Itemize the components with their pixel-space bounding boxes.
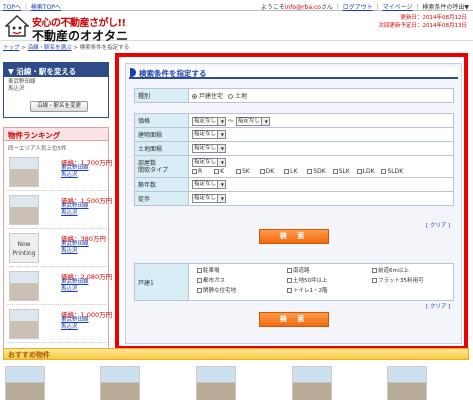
walk-label: 徒歩 — [134, 191, 189, 206]
layout-checkbox[interactable] — [381, 168, 387, 174]
welcome-suffix: さん — [320, 4, 333, 11]
feature-option[interactable]: 前道6m以上 — [372, 266, 409, 274]
property-thumbnail[interactable] — [9, 271, 39, 301]
feature-option[interactable]: 閑静な住宅地 — [197, 286, 236, 294]
property-thumbnail[interactable] — [9, 157, 39, 187]
ranking-item[interactable]: 価格：1,700万円 東武野田線 馬込沢 — [7, 155, 112, 191]
price-label: 価格 — [134, 113, 189, 128]
line-station-box: ▼ 沿線・駅を変える 東武野田線 馬込沢 沿線・駅名を変更 — [3, 62, 109, 118]
type-table: 種別 戸建住宅 土地 — [134, 88, 454, 103]
update-dates: 更新日：2014年08月12日 次回更新予定日：2014年08月13日 — [379, 14, 468, 30]
layout-checkbox[interactable] — [235, 168, 241, 174]
ranking-title: 物件ランキング — [4, 128, 108, 141]
next-update-date: 次回更新予定日：2014年08月13日 — [378, 23, 468, 29]
current-line: 東武野田線 — [8, 79, 36, 85]
recommended-photo[interactable] — [100, 366, 140, 400]
feature-label: 戸建1 — [134, 263, 189, 301]
feature-option[interactable]: 南道路 — [287, 266, 310, 274]
updated-date: 更新日：2014年08月12日 — [400, 15, 468, 21]
search-top-link[interactable]: 検索TOPへ — [31, 4, 61, 11]
walk-select[interactable]: 指定なし ▼ — [192, 194, 226, 203]
layout-type-checkboxes: R K SK DK LK SDK SLK LDK SLDK — [192, 167, 450, 176]
room-count-select[interactable]: 指定なし ▼ — [192, 157, 226, 167]
clear-link[interactable]: [ クリア ] — [426, 302, 450, 310]
feature-option[interactable]: 駐車場 — [197, 266, 220, 274]
recommended-photo[interactable] — [5, 366, 45, 400]
user-email: info@rba.co — [284, 4, 321, 11]
price-min-select[interactable]: 指定なし ▼ — [192, 116, 226, 126]
line-box-title: ▼ 沿線・駅を変える — [4, 63, 108, 77]
type-radio-house[interactable] — [192, 94, 197, 99]
property-thumbnail[interactable] — [9, 195, 39, 225]
top-links: TOPへ ｜ 検索TOPへ — [3, 4, 61, 11]
site-brand[interactable]: 不動産のオオタニ — [32, 27, 128, 44]
change-line-button[interactable]: 沿線・駅名を変更 — [30, 101, 88, 112]
layout-checkbox[interactable] — [214, 168, 220, 174]
ranking-location[interactable]: 東武野田線 馬込沢 — [61, 165, 89, 179]
property-thumbnail[interactable] — [9, 309, 39, 339]
house-logo-icon[interactable] — [5, 14, 29, 38]
feature-option[interactable]: フラット35利用可 — [372, 276, 424, 284]
layout-checkbox[interactable] — [356, 168, 362, 174]
ranking-location[interactable]: 東武野田線 馬込沢 — [61, 279, 89, 293]
feature-option[interactable]: 土地50坪以上 — [287, 276, 328, 284]
ranking-item[interactable]: 価格：2,080万円 東武野田線 馬込沢 — [7, 269, 112, 305]
type-radio-land[interactable] — [227, 94, 233, 99]
price-max-select[interactable]: 指定なし ▼ — [235, 116, 270, 126]
layout-checkbox[interactable] — [284, 168, 290, 174]
ranking-subtitle: 同一エリア人気上位5件 — [8, 146, 67, 152]
building-area-select[interactable]: 指定なし ▼ — [192, 130, 226, 139]
feature-option[interactable]: トイレ1・2階 — [287, 286, 328, 294]
property-ranking: 物件ランキング 同一エリア人気上位5件 価格：1,700万円 東武野田線 馬込沢 … — [3, 127, 112, 352]
recommended-title: おすすめ物件 — [3, 348, 469, 360]
ranking-location[interactable]: 東武野田線 馬込沢 — [61, 203, 89, 217]
ranking-item[interactable]: 価格：1,000万円 東武野田線 馬込沢 — [7, 307, 112, 343]
breadcrumb-top[interactable]: トップ — [3, 45, 20, 51]
ranking-location[interactable]: 東武野田線 馬込沢 — [61, 317, 89, 331]
mypage-link[interactable]: マイページ — [383, 4, 413, 11]
recommended-photo[interactable] — [387, 366, 427, 400]
welcome-prefix: ようこそ — [260, 4, 285, 11]
top-bar: TOPへ ｜ 検索TOPへ ようこそinfo@rba.coさん ｜ ログアウト … — [0, 0, 473, 11]
feature-option[interactable]: 都市ガス — [197, 276, 225, 284]
layout-checkbox[interactable] — [332, 168, 338, 174]
now-printing-thumbnail[interactable]: Now Printing — [9, 233, 39, 263]
site-header: 安心の不動産さがし!! 不動産のオオタニ 更新日：2014年08月12日 次回更… — [0, 11, 473, 44]
breadcrumb-current: 検索条件を指定する — [79, 45, 130, 51]
breadcrumb-line-select[interactable]: 沿線・駅名を選ぶ — [28, 45, 72, 51]
ranking-item[interactable]: 価格：1,500万円 東武野田線 馬込沢 — [7, 193, 112, 229]
ranking-location[interactable]: 東武野田線 馬込沢 — [61, 241, 89, 255]
land-area-select[interactable]: 指定なし ▼ — [192, 144, 226, 153]
clear-link[interactable]: [ クリア ] — [426, 221, 450, 229]
layout-checkbox[interactable] — [192, 168, 197, 174]
logout-link[interactable]: ログアウト — [343, 4, 373, 11]
search-button[interactable]: 検 索 — [259, 229, 329, 244]
age-select[interactable]: 指定なし ▼ — [192, 180, 226, 189]
recommended-section: おすすめ物件 — [3, 348, 469, 400]
search-history-link[interactable]: 検索条件の呼出▼ — [422, 4, 469, 11]
layout-checkbox[interactable] — [307, 168, 313, 174]
conditions-table: 価格 指定なし ▼ ～ 指定なし ▼ 建物面積 指定なし ▼ 土地面積 指定なし ▼ 部… — [134, 113, 454, 206]
search-conditions-area: 検索条件を指定する 種別 戸建住宅 土地 価格 指定なし▼ ～ 指定なし▼ — [115, 53, 468, 350]
top-link[interactable]: TOPへ — [3, 4, 21, 11]
layout-label: 部屋数 間取タイプ — [134, 155, 189, 178]
age-label: 築年数 — [134, 177, 189, 192]
ranking-item[interactable]: Now Printing 価格：380万円 東武野田線 馬込沢 — [7, 231, 107, 267]
search-panel-title: 検索条件を指定する — [129, 67, 458, 79]
breadcrumb: トップ > 沿線・駅名を選ぶ > 検索条件を指定する — [3, 45, 130, 51]
search-button[interactable]: 検 索 — [259, 312, 329, 327]
search-panel: 検索条件を指定する 種別 戸建住宅 土地 価格 指定なし▼ ～ 指定なし▼ — [125, 63, 462, 344]
recommended-photo[interactable] — [196, 366, 236, 400]
land-area-label: 土地面積 — [134, 141, 189, 156]
current-station: 馬込沢 — [8, 86, 25, 92]
building-area-label: 建物面積 — [134, 127, 189, 142]
type-label: 種別 — [134, 88, 189, 103]
recommended-photo[interactable] — [292, 366, 332, 400]
user-links: ようこそinfo@rba.coさん ｜ ログアウト ｜ マイページ ｜ 検索条件… — [260, 4, 469, 11]
layout-checkbox[interactable] — [259, 168, 265, 174]
